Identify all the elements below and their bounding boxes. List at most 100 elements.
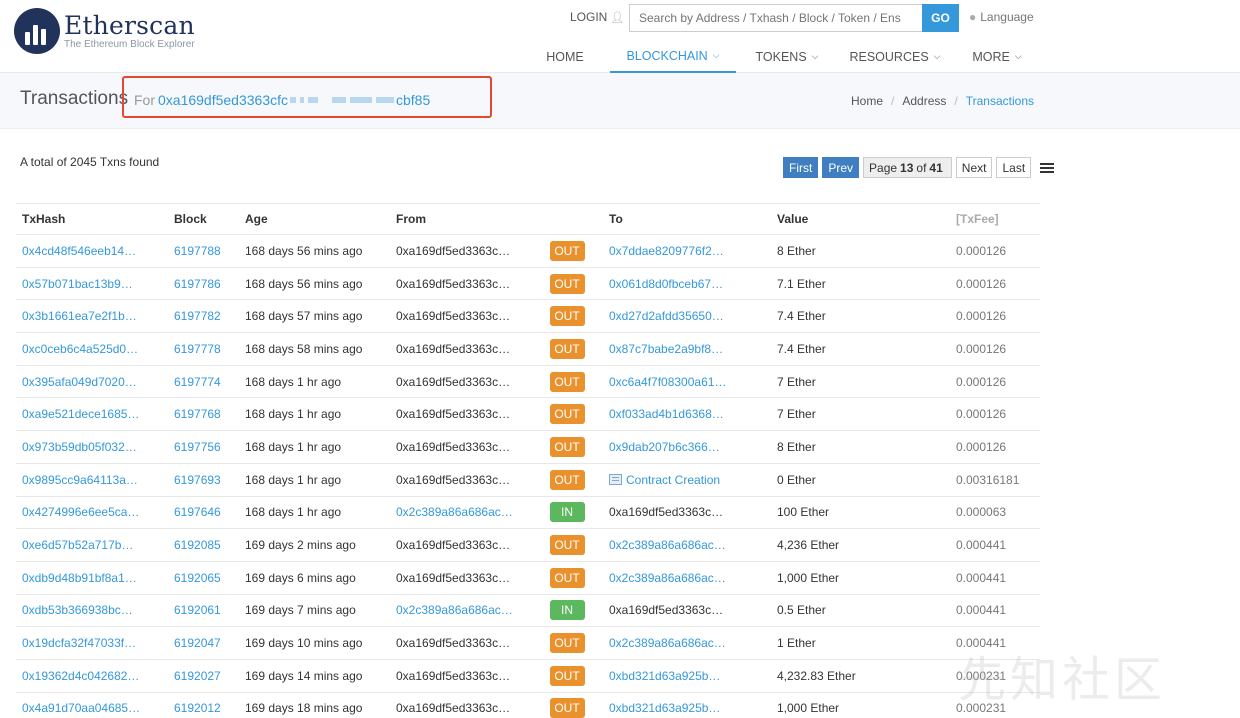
tx-hash-link[interactable]: 0x4cd48f546eeb14… [22, 244, 136, 258]
tx-hash-link[interactable]: 0x4a91d70aa04685… [22, 701, 140, 715]
block-link[interactable]: 6197768 [174, 407, 221, 421]
to-address[interactable]: 0xf033ad4b1d6368… [609, 407, 724, 421]
tx-fee: 0.000126 [956, 243, 1007, 258]
block-link[interactable]: 6197788 [174, 244, 221, 258]
block-link[interactable]: 6197693 [174, 473, 221, 487]
nav-more[interactable]: MORE ⌵ [962, 40, 1032, 73]
language-label: Language [980, 10, 1034, 24]
table-row: 0xdb9d48b91bf8a1… 6192065 169 days 6 mins … [16, 562, 1040, 595]
block-link[interactable]: 6192027 [174, 669, 221, 683]
language-selector[interactable]: ● Language [969, 10, 1034, 24]
search-input[interactable] [629, 4, 923, 32]
tx-fee: 0.000126 [956, 341, 1007, 356]
first-page-button[interactable]: First [783, 157, 819, 178]
col-from: From [396, 212, 426, 226]
tx-hash-link[interactable]: 0xc0ceb6c4a525d0… [22, 342, 138, 356]
current-page: 13 [900, 160, 914, 175]
block-link[interactable]: 6197774 [174, 375, 221, 389]
col-txfee[interactable]: [TxFee] [956, 204, 1036, 234]
tx-value: 0.5 Ether [777, 603, 826, 618]
block-link[interactable]: 6197782 [174, 309, 221, 323]
to-address[interactable]: 0xd27d2afdd35650… [609, 309, 724, 323]
to-address[interactable]: 0x7ddae8209776f2… [609, 244, 724, 258]
etherscan-logo[interactable]: Etherscan The Ethereum Block Explorer [14, 8, 195, 54]
tx-hash-link[interactable]: 0x19362d4c042682… [22, 669, 139, 683]
tx-value: 4,236 Ether [777, 538, 840, 553]
last-page-button[interactable]: Last [996, 157, 1032, 178]
tx-hash-link[interactable]: 0xa9e521dece1685… [22, 407, 139, 421]
tx-value: 1,000 Ether [777, 570, 840, 585]
search-go-button[interactable]: GO [922, 4, 959, 32]
tx-hash-link[interactable]: 0x395afa049d7020… [22, 375, 137, 389]
tx-age: 168 days 56 mins ago [245, 276, 363, 291]
table-row: 0xa9e521dece1685… 6197768 168 days 1 hr ag… [16, 398, 1040, 432]
table-row: 0x19dcfa32f47033f… 6192047 169 days 10 min… [16, 627, 1040, 660]
block-link[interactable]: 6192047 [174, 636, 221, 650]
chevron-down-icon: ⌵ [1014, 51, 1022, 61]
block-link[interactable]: 6197786 [174, 277, 221, 291]
block-link[interactable]: 6197646 [174, 505, 221, 519]
direction-badge: OUT [549, 633, 585, 654]
block-link[interactable]: 6192085 [174, 538, 221, 552]
from-address: 0xa169df5ed3363c… [396, 570, 511, 585]
prev-page-button[interactable]: Prev [822, 157, 860, 178]
table-row: 0x973b59db05f032… 6197756 168 days 1 hr ag… [16, 431, 1040, 464]
nav-tokens-label: TOKENS [755, 49, 807, 64]
pagination: First Prev Page 13 of 41 Next Last [783, 157, 1055, 178]
address-end: cbf85 [396, 92, 431, 108]
breadcrumb-address[interactable]: Address [902, 94, 946, 108]
to-address[interactable]: 0xc6a4f7f08300a61… [609, 375, 726, 389]
globe-icon: ● [969, 10, 977, 24]
block-link[interactable]: 6197778 [174, 342, 221, 356]
tx-hash-link[interactable]: 0xdb53b366938bc… [22, 603, 133, 617]
login-link[interactable]: LOGIN 👤︎ [570, 10, 624, 24]
nav-home[interactable]: HOME [532, 40, 598, 73]
tx-value: 7.4 Ether [777, 309, 826, 324]
to-address[interactable]: 0xbd321d63a925b… [609, 701, 720, 715]
page-indicator: Page 13 of 41 [863, 157, 952, 178]
table-row: 0x4a91d70aa04685… 6192012 169 days 18 mins… [16, 693, 1040, 718]
breadcrumb-home[interactable]: Home [851, 94, 883, 108]
tx-hash-link[interactable]: 0xdb9d48b91bf8a1… [22, 571, 137, 585]
to-address[interactable]: 0x2c389a86a686ac… [609, 538, 726, 552]
tx-hash-link[interactable]: 0x9895cc9a64113a… [22, 473, 138, 487]
to-address[interactable]: 0x2c389a86a686ac… [609, 571, 726, 585]
tx-hash-link[interactable]: 0x57b071bac13b9… [22, 277, 133, 291]
table-row: 0x19362d4c042682… 6192027 169 days 14 mins… [16, 660, 1040, 693]
brand-name: Etherscan [64, 11, 195, 40]
nav-tokens[interactable]: TOKENS ⌵ [747, 40, 827, 73]
tx-age: 168 days 1 hr ago [245, 439, 342, 454]
col-value: Value [777, 212, 809, 226]
tx-hash-link[interactable]: 0x19dcfa32f47033f… [22, 636, 136, 650]
nav-resources[interactable]: RESOURCES ⌵ [842, 40, 948, 73]
block-link[interactable]: 6192065 [174, 571, 221, 585]
tx-age: 168 days 1 hr ago [245, 407, 342, 422]
tx-value: 7 Ether [777, 407, 816, 422]
to-address[interactable]: 0x2c389a86a686ac… [609, 636, 726, 650]
tx-age: 169 days 14 mins ago [245, 668, 363, 683]
to-address[interactable]: Contract Creation [626, 473, 720, 487]
from-address[interactable]: 0x2c389a86a686ac… [396, 603, 513, 617]
tx-hash-link[interactable]: 0xe6d57b52a717b… [22, 538, 133, 552]
address-link[interactable]: 0xa169df5ed3363cfc cbf85 [158, 92, 430, 108]
tx-hash-link[interactable]: 0x3b1661ea7e2f1b… [22, 309, 137, 323]
block-link[interactable]: 6197756 [174, 440, 221, 454]
to-address[interactable]: 0x061d8d0fbceb67… [609, 277, 723, 291]
menu-icon[interactable] [1040, 161, 1055, 175]
tx-hash-link[interactable]: 0x973b59db05f032… [22, 440, 137, 454]
to-address[interactable]: 0x87c7babe2a9bf8… [609, 342, 723, 356]
direction-badge: OUT [549, 371, 585, 392]
next-page-button[interactable]: Next [955, 157, 993, 178]
tx-hash-link[interactable]: 0x4274996e6ee5ca… [22, 505, 139, 519]
tx-age: 169 days 7 mins ago [245, 603, 356, 618]
block-link[interactable]: 6192012 [174, 701, 221, 715]
table-row: 0x4274996e6ee5ca… 6197646 168 days 1 hr ag… [16, 497, 1040, 530]
nav-blockchain[interactable]: BLOCKCHAIN ⌵ [610, 40, 736, 73]
to-address[interactable]: 0x9dab207b6c366… [609, 440, 720, 454]
tx-value: 8 Ether [777, 243, 816, 258]
block-link[interactable]: 6192061 [174, 603, 221, 617]
to-address[interactable]: 0xbd321d63a925b… [609, 669, 720, 683]
tx-fee: 0.00316181 [956, 472, 1020, 487]
page-subheader: Transactions For 0xa169df5ed3363cfc cbf8… [0, 73, 1240, 129]
from-address[interactable]: 0x2c389a86a686ac… [396, 505, 513, 519]
